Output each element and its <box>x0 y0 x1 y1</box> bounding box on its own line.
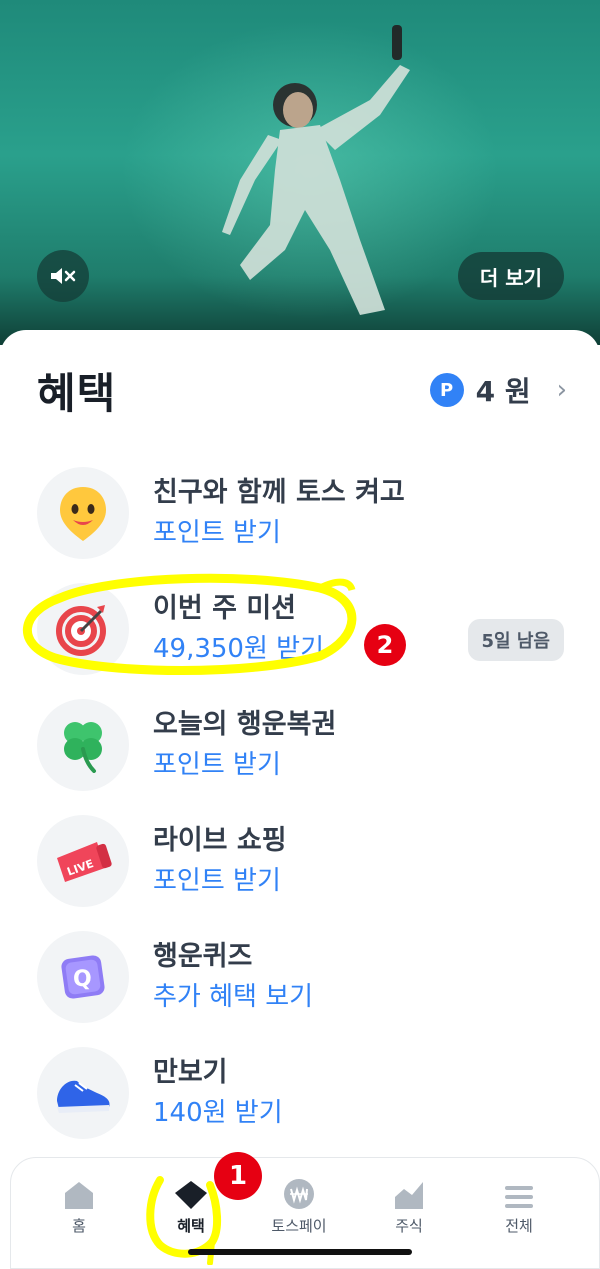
benefit-subtitle: 포인트 받기 <box>153 518 281 548</box>
benefit-item-weekly-mission[interactable]: 이번 주 미션 49,350원 받기 5일 남음 <box>0 571 600 687</box>
clover-icon <box>37 699 129 791</box>
mute-button[interactable] <box>37 250 89 302</box>
tab-home[interactable]: 홈 <box>29 1166 129 1236</box>
benefits-sheet: 혜택 P 4 원 › 친구와 함께 토스 켜고 포인트 받기 이번 주 미션 4… <box>0 330 600 1269</box>
tab-stocks[interactable]: 주식 <box>359 1166 459 1236</box>
tab-all[interactable]: 전체 <box>469 1166 569 1236</box>
benefit-list: 친구와 함께 토스 켜고 포인트 받기 이번 주 미션 49,350원 받기 5… <box>0 455 600 1151</box>
benefit-title: 오늘의 행운복권 <box>153 709 337 740</box>
speaker-mute-icon <box>51 268 76 284</box>
page-title: 혜택 <box>37 368 117 418</box>
home-icon <box>65 1182 93 1209</box>
points-summary[interactable]: P 4 원 › <box>429 370 567 410</box>
benefit-subtitle: 포인트 받기 <box>153 750 281 780</box>
points-value: 4 원 <box>475 375 531 408</box>
benefit-title: 행운퀴즈 <box>153 941 253 972</box>
annotation-badge-1: 1 <box>214 1152 262 1200</box>
benefit-subtitle: 포인트 받기 <box>153 866 281 896</box>
target-dart-icon <box>37 583 129 675</box>
won-coin-icon <box>284 1179 314 1209</box>
dancer-figure <box>222 25 410 315</box>
tab-tosspay[interactable]: 토스페이 <box>249 1166 349 1236</box>
hero-video[interactable]: 더 보기 <box>0 0 600 345</box>
benefit-title: 친구와 함께 토스 켜고 <box>153 477 405 508</box>
tab-label: 홈 <box>72 1217 86 1235</box>
tab-label: 전체 <box>505 1217 533 1235</box>
stock-chart-icon <box>395 1182 423 1209</box>
benefit-subtitle: 49,350원 받기 <box>153 634 324 664</box>
menu-icon <box>505 1186 533 1208</box>
benefit-title: 라이브 쇼핑 <box>153 825 287 856</box>
chevron-right-icon: › <box>556 375 567 405</box>
benefit-item-invite-friends[interactable]: 친구와 함께 토스 켜고 포인트 받기 <box>0 455 600 571</box>
benefits-header: 혜택 P 4 원 › <box>37 360 567 420</box>
more-button[interactable]: 더 보기 <box>458 252 564 300</box>
gem-icon <box>175 1181 207 1209</box>
home-indicator <box>188 1249 412 1255</box>
benefit-item-lottery[interactable]: 오늘의 행운복권 포인트 받기 <box>0 687 600 803</box>
benefit-title: 만보기 <box>153 1057 228 1088</box>
benefit-title: 이번 주 미션 <box>153 593 296 624</box>
benefit-item-lucky-quiz[interactable]: Q 행운퀴즈 추가 혜택 보기 <box>0 919 600 1035</box>
sneaker-icon <box>37 1047 129 1139</box>
benefit-item-pedometer[interactable]: 만보기 140원 받기 <box>0 1035 600 1151</box>
benefit-subtitle: 추가 혜택 보기 <box>153 982 314 1012</box>
benefit-subtitle: 140원 받기 <box>153 1098 283 1128</box>
live-megaphone-icon: LIVE <box>37 815 129 907</box>
quiz-q-icon: Q <box>37 931 129 1023</box>
tab-label: 토스페이 <box>271 1217 327 1235</box>
benefit-item-live-shopping[interactable]: LIVE 라이브 쇼핑 포인트 받기 <box>0 803 600 919</box>
svg-text:Q: Q <box>73 967 92 992</box>
tab-label: 주식 <box>395 1217 423 1235</box>
annotation-badge-2: 2 <box>364 624 406 666</box>
smiley-pin-icon <box>37 467 129 559</box>
days-left-badge: 5일 남음 <box>467 619 564 661</box>
tab-label: 혜택 <box>177 1217 205 1235</box>
point-badge-icon: P <box>429 373 464 407</box>
